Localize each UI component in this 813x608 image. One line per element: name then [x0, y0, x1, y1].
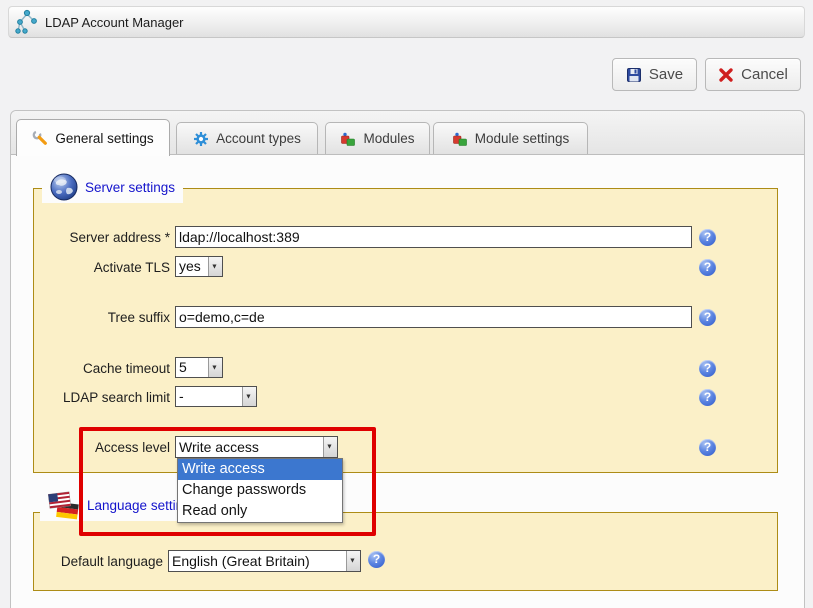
tab-label: Module settings — [475, 131, 570, 146]
dropdown-arrow-icon — [323, 437, 337, 457]
access-level-label: Access level — [33, 440, 170, 455]
default-language-select[interactable]: English (Great Britain) — [168, 550, 361, 572]
cancel-button[interactable]: Cancel — [705, 58, 801, 91]
help-icon[interactable] — [699, 439, 716, 456]
app-titlebar: LDAP Account Manager — [8, 6, 805, 38]
help-icon[interactable] — [368, 551, 385, 568]
tab-label: Modules — [363, 131, 414, 146]
globe-icon — [50, 173, 78, 201]
save-button-label: Save — [649, 66, 683, 83]
cache-timeout-label: Cache timeout — [33, 361, 170, 376]
blocks-icon — [340, 131, 356, 147]
server-address-input[interactable] — [175, 226, 692, 248]
ldap-search-limit-label: LDAP search limit — [33, 390, 170, 405]
dropdown-arrow-icon — [346, 551, 360, 571]
dropdown-option-change-passwords[interactable]: Change passwords — [178, 480, 342, 501]
server-address-label: Server address * — [33, 230, 170, 245]
help-icon[interactable] — [699, 229, 716, 246]
server-settings-legend-label: Server settings — [85, 180, 175, 195]
activate-tls-select[interactable]: yes — [175, 256, 223, 277]
help-icon[interactable] — [699, 360, 716, 377]
cancel-button-label: Cancel — [741, 66, 788, 83]
help-icon[interactable] — [699, 259, 716, 276]
language-settings-fieldset — [33, 512, 778, 591]
tab-module-settings[interactable]: Module settings — [433, 122, 588, 154]
gear-icon — [193, 131, 209, 147]
ldap-search-limit-select[interactable]: - — [175, 386, 257, 407]
activate-tls-value: yes — [179, 257, 206, 276]
dropdown-arrow-icon — [242, 387, 256, 406]
tab-label: General settings — [55, 131, 153, 146]
cache-timeout-value: 5 — [179, 358, 206, 377]
access-level-dropdown-list: Write access Change passwords Read only — [177, 458, 343, 523]
ldap-search-limit-value: - — [179, 387, 240, 406]
dropdown-option-write-access[interactable]: Write access — [178, 459, 342, 480]
app-logo-tree-icon — [15, 9, 39, 35]
tree-suffix-label: Tree suffix — [33, 310, 170, 325]
dropdown-arrow-icon — [208, 257, 222, 276]
access-level-select[interactable]: Write access — [175, 436, 338, 458]
dropdown-option-read-only[interactable]: Read only — [178, 501, 342, 522]
activate-tls-label: Activate TLS — [33, 260, 170, 275]
red-x-icon — [718, 67, 734, 83]
cache-timeout-select[interactable]: 5 — [175, 357, 223, 378]
us-german-flags-icon — [48, 490, 80, 520]
floppy-disk-icon — [626, 67, 642, 83]
default-language-label: Default language — [33, 554, 163, 569]
default-language-value: English (Great Britain) — [172, 551, 344, 571]
help-icon[interactable] — [699, 309, 716, 326]
server-settings-legend: Server settings — [42, 171, 183, 203]
tab-modules[interactable]: Modules — [325, 122, 430, 154]
help-icon[interactable] — [699, 389, 716, 406]
tab-account-types[interactable]: Account types — [176, 122, 318, 154]
blocks-icon — [452, 131, 468, 147]
access-level-value: Write access — [179, 437, 321, 457]
wrench-icon — [32, 130, 48, 146]
save-button[interactable]: Save — [612, 58, 697, 91]
tab-label: Account types — [216, 131, 301, 146]
screen: LDAP Account Manager Save Cancel General… — [0, 0, 813, 608]
app-title: LDAP Account Manager — [45, 15, 184, 30]
dropdown-arrow-icon — [208, 358, 222, 377]
tab-general-settings[interactable]: General settings — [16, 119, 170, 156]
tree-suffix-input[interactable] — [175, 306, 692, 328]
